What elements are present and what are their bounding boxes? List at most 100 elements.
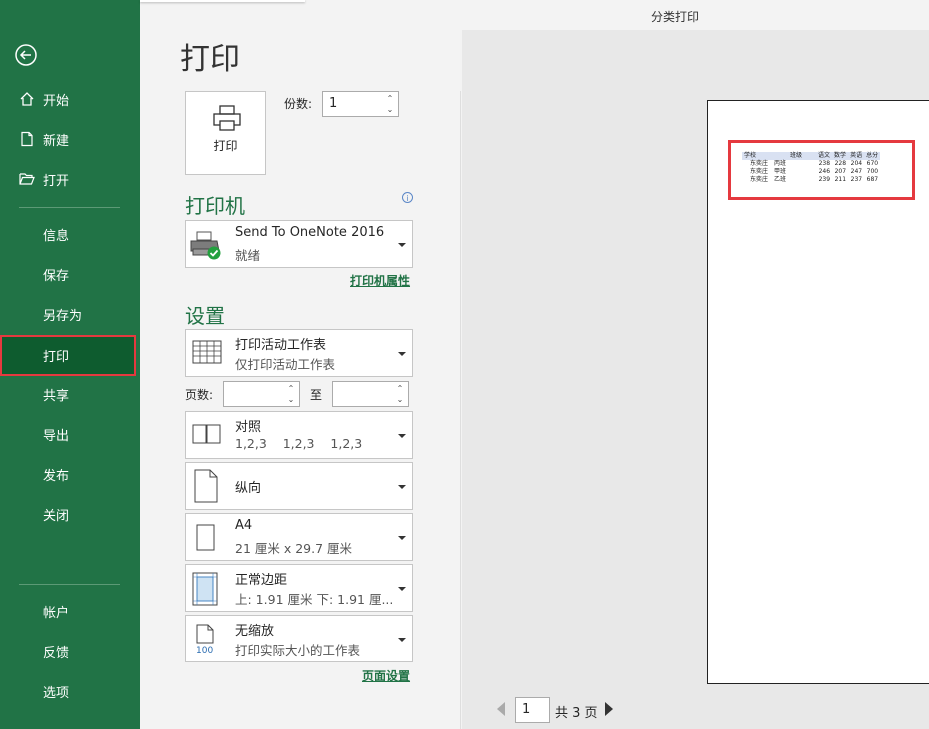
portrait-page-icon [194,469,218,503]
printer-dropdown[interactable]: Send To OneNote 2016 就绪 [185,220,413,268]
print-button[interactable]: 打印 [185,91,266,175]
margins-icon [192,572,218,606]
chevron-down-icon[interactable]: ⌄ [387,105,394,114]
nav-label: 共享 [43,388,70,404]
printer-properties-link[interactable]: 打印机属性 [350,272,410,289]
nav-label: 另存为 [43,308,83,324]
chevron-down-icon [398,587,406,591]
copies-stepper[interactable]: 1 ⌃ ⌄ [322,91,399,117]
copies-value[interactable]: 1 [329,96,337,111]
nav-share[interactable]: 共享 [0,374,140,414]
collation-subtitle: 1,2,3 1,2,3 1,2,3 [235,436,363,451]
print-button-label: 打印 [213,139,238,153]
nav-label: 发布 [43,468,70,484]
backstage-sidebar: 开始 新建 打开 信息 保存 另存为 打印 共享 导出 发布 关闭 帐户 反馈 … [0,0,140,729]
printer-icon [213,105,241,131]
collate-icon [192,424,221,444]
scaling-dropdown[interactable]: 100 无缩放 打印实际大小的工作表 [185,615,413,662]
nav-save-as[interactable]: 另存为 [0,294,140,334]
nav-label: 关闭 [43,508,70,524]
stepper-arrows[interactable]: ⌃ ⌄ [395,383,405,405]
paper-size-subtitle: 21 厘米 x 29.7 厘米 [235,541,353,556]
copies-label: 份数: [284,97,313,111]
printer-heading: 打印机 [185,194,245,218]
stepper-arrows[interactable]: ⌃ ⌄ [385,93,395,115]
paper-size-title: A4 [235,518,253,533]
chevron-down-icon[interactable]: ⌄ [288,395,295,404]
nav-label: 导出 [43,428,70,444]
chevron-down-icon[interactable]: ⌄ [397,395,404,404]
back-button[interactable] [15,44,37,66]
margins-title: 正常边距 [235,573,288,588]
nav-label: 选项 [43,685,70,701]
sheet-grid-icon [192,340,222,364]
info-icon[interactable]: i [402,192,413,203]
nav-home[interactable]: 开始 [0,79,140,119]
nav-feedback[interactable]: 反馈 [0,631,140,671]
chevron-down-icon [398,638,406,642]
nav-open[interactable]: 打开 [0,159,140,199]
nav-label: 信息 [43,228,70,244]
chevron-up-icon[interactable]: ⌃ [387,94,394,103]
chevron-down-icon [398,536,406,540]
page-setup-link[interactable]: 页面设置 [362,667,410,684]
printer-status: 就绪 [235,248,261,263]
chevron-down-icon [398,485,406,489]
scaling-subtitle: 打印实际大小的工作表 [235,643,361,658]
scaling-title: 无缩放 [235,624,275,639]
scaling-percent-text: 100 [196,646,213,654]
chevron-up-icon[interactable]: ⌃ [288,384,295,393]
chevron-down-icon [398,434,406,438]
nav-label: 打开 [43,173,70,189]
nav-label: 开始 [43,93,70,109]
highlight-box [728,140,915,200]
paper-size-dropdown[interactable]: A4 21 厘米 x 29.7 厘米 [185,513,413,561]
collation-dropdown[interactable]: 对照 1,2,3 1,2,3 1,2,3 [185,411,413,459]
printer-name: Send To OneNote 2016 [235,225,385,240]
home-icon [20,92,34,106]
nav-publish[interactable]: 发布 [0,454,140,494]
panel-divider [460,91,461,729]
no-scaling-icon: 100 [196,624,214,654]
nav-label: 保存 [43,268,70,284]
nav-info[interactable]: 信息 [0,214,140,254]
print-what-dropdown[interactable]: 打印活动工作表 仅打印活动工作表 [185,329,413,377]
nav-account[interactable]: 帐户 [0,591,140,631]
pages-label: 页数: [185,388,214,402]
pages-from-stepper[interactable]: ⌃ ⌄ [223,381,300,407]
orientation-dropdown[interactable]: 纵向 [185,462,413,510]
pages-to-label: 至 [310,388,323,402]
print-what-title: 打印活动工作表 [235,338,327,353]
print-what-subtitle: 仅打印活动工作表 [235,357,336,372]
collation-title: 对照 [235,420,262,435]
folder-open-icon [19,173,35,185]
margins-dropdown[interactable]: 正常边距 上: 1.91 厘米 下: 1.91 厘... [185,564,413,612]
nav-print[interactable]: 打印 [0,335,136,376]
page-total: 共 3 页 [555,706,598,721]
settings-heading: 设置 [185,304,225,328]
previous-page-icon[interactable] [497,702,505,716]
nav-label: 新建 [43,133,70,149]
nav-close[interactable]: 关闭 [0,494,140,534]
window-title: 分类打印 [650,10,699,24]
margins-subtitle: 上: 1.91 厘米 下: 1.91 厘... [235,592,393,607]
sidebar-divider [19,207,120,208]
next-page-icon[interactable] [605,702,613,716]
nav-options[interactable]: 选项 [0,671,140,711]
window-edge-strip [140,0,305,2]
pages-to-stepper[interactable]: ⌃ ⌄ [332,381,409,407]
nav-new[interactable]: 新建 [0,119,140,159]
chevron-up-icon[interactable]: ⌃ [397,384,404,393]
orientation-title: 纵向 [235,481,262,496]
chevron-down-icon [398,243,406,247]
paper-size-icon [196,524,215,551]
nav-save[interactable]: 保存 [0,254,140,294]
page-number-input[interactable]: 1 [515,697,550,723]
chevron-down-icon [398,352,406,356]
page-title: 打印 [180,42,240,77]
stepper-arrows[interactable]: ⌃ ⌄ [286,383,296,405]
nav-label: 帐户 [43,605,70,621]
back-arrow-icon [15,44,37,66]
printer-ready-icon [190,231,221,260]
nav-export[interactable]: 导出 [0,414,140,454]
